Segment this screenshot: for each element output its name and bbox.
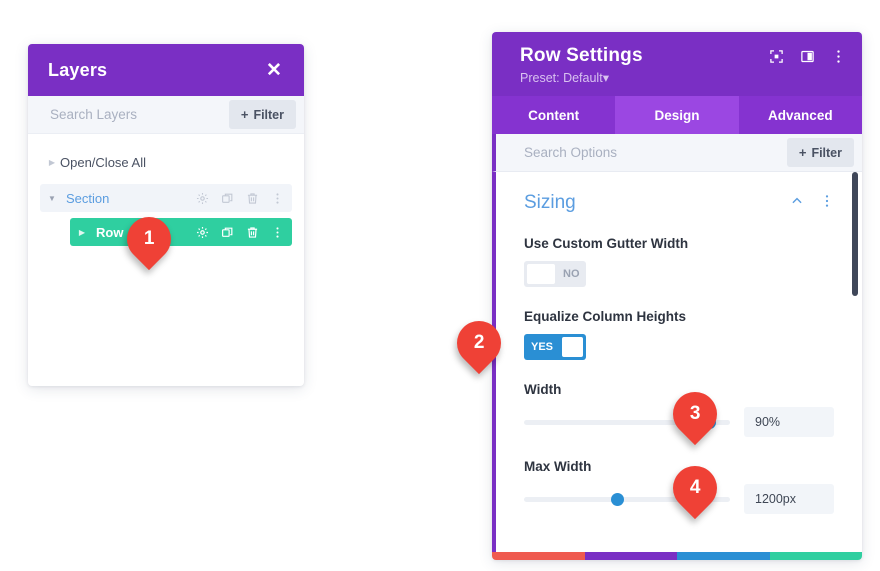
- toggle-knob: [562, 337, 583, 357]
- field-label: Use Custom Gutter Width: [524, 236, 689, 251]
- field-label: Equalize Column Heights: [524, 309, 687, 324]
- tree-row-row[interactable]: ▶ Row: [70, 218, 292, 246]
- callout-number: 2: [473, 331, 485, 353]
- trash-icon[interactable]: [246, 226, 259, 239]
- tab-content[interactable]: Content: [492, 96, 615, 134]
- use-custom-gutter-width-toggle[interactable]: NO: [524, 261, 586, 287]
- settings-action-bar: [492, 552, 862, 560]
- more-icon[interactable]: [831, 49, 846, 64]
- section-row-icons: [196, 192, 284, 205]
- layers-panel: Layers ✕ Search Layers + Filter ▶ Open/C…: [28, 44, 304, 386]
- field-equalize-column-heights: Equalize Column Heights YES: [524, 309, 834, 360]
- options-search-bar: Search Options + Filter: [492, 134, 862, 172]
- plus-icon: +: [798, 145, 807, 160]
- sizing-section-header: Sizing: [524, 192, 834, 214]
- callout-number: 3: [689, 402, 701, 424]
- row-label: Row: [96, 224, 124, 240]
- gear-icon[interactable]: [196, 226, 209, 239]
- vertical-scrollbar[interactable]: [852, 172, 858, 296]
- trash-icon[interactable]: [246, 192, 259, 205]
- options-filter-label: Filter: [811, 145, 842, 160]
- screenshot-stage: Layers ✕ Search Layers + Filter ▶ Open/C…: [0, 0, 880, 571]
- preset-selector[interactable]: Preset: Default▾: [520, 70, 643, 85]
- chevron-right-icon[interactable]: ▶: [74, 228, 90, 237]
- search-layers-input[interactable]: Search Layers: [50, 107, 137, 122]
- chevron-down-icon: ▾: [602, 71, 609, 85]
- tree-row-open-close-all[interactable]: ▶ Open/Close All: [40, 148, 292, 176]
- options-filter-button[interactable]: + Filter: [786, 138, 854, 167]
- sizing-section-controls: [790, 194, 834, 213]
- layers-panel-header: Layers ✕: [28, 44, 304, 96]
- redo-button[interactable]: [677, 552, 770, 560]
- open-close-all-label: Open/Close All: [60, 154, 146, 170]
- duplicate-icon[interactable]: [221, 192, 234, 205]
- tree-row-section[interactable]: ▼ Section: [40, 184, 292, 212]
- tab-advanced[interactable]: Advanced: [739, 96, 862, 134]
- chevron-right-icon[interactable]: ▶: [44, 158, 60, 167]
- more-icon[interactable]: [271, 192, 284, 205]
- plus-icon: +: [240, 107, 249, 122]
- tab-design[interactable]: Design: [615, 96, 739, 134]
- field-use-custom-gutter-width: Use Custom Gutter Width NO: [524, 236, 834, 287]
- undo-button[interactable]: [584, 552, 677, 560]
- width-value-input[interactable]: 90%: [744, 407, 834, 437]
- toggle-knob: [527, 264, 555, 284]
- chevron-up-icon[interactable]: [790, 194, 804, 213]
- more-icon[interactable]: [271, 226, 284, 239]
- cancel-button[interactable]: [492, 552, 585, 560]
- row-settings-header: Row Settings Preset: Default▾: [492, 32, 862, 96]
- sizing-section-title: Sizing: [524, 192, 576, 213]
- preset-label: Preset: Default: [520, 71, 603, 85]
- save-button[interactable]: [769, 552, 862, 560]
- layers-search-bar: Search Layers + Filter: [28, 96, 304, 134]
- fullscreen-icon[interactable]: [769, 49, 784, 64]
- header-icon-group: [769, 45, 846, 64]
- settings-tabs: Content Design Advanced: [492, 96, 862, 134]
- layers-filter-label: Filter: [253, 107, 284, 122]
- field-label: Width: [524, 382, 562, 397]
- page-title: Row Settings: [520, 45, 643, 66]
- layers-panel-title: Layers: [48, 59, 108, 80]
- more-icon[interactable]: [820, 194, 834, 213]
- slider-knob[interactable]: [610, 493, 624, 506]
- row-row-icons: [196, 226, 284, 239]
- section-label: Section: [66, 190, 110, 206]
- toggle-value: NO: [563, 268, 580, 280]
- layers-filter-button[interactable]: + Filter: [228, 100, 296, 129]
- toggle-value: YES: [531, 341, 554, 353]
- duplicate-icon[interactable]: [221, 226, 234, 239]
- equalize-column-heights-toggle[interactable]: YES: [524, 334, 586, 360]
- max-width-value-input[interactable]: 1200px: [744, 484, 834, 514]
- chevron-down-icon[interactable]: ▼: [44, 194, 60, 203]
- search-options-input[interactable]: Search Options: [524, 145, 617, 160]
- close-icon[interactable]: ✕: [264, 61, 284, 80]
- callout-number: 4: [689, 476, 701, 498]
- callout-number: 1: [143, 227, 155, 249]
- layout-icon[interactable]: [800, 49, 815, 64]
- gear-icon[interactable]: [196, 192, 209, 205]
